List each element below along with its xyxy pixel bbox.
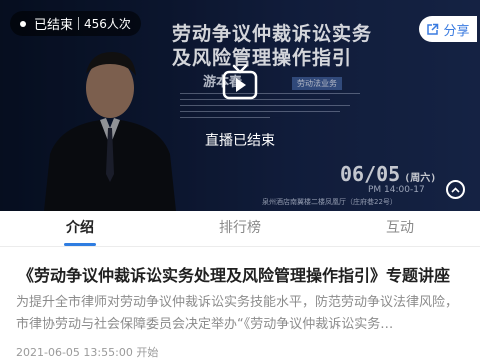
poster-weekday: (周六): [404, 173, 437, 184]
tab-ranking[interactable]: 排行榜: [160, 211, 320, 246]
tab-intro-label: 介绍: [66, 220, 94, 236]
start-time: 2021-06-05 13:55:00 开始: [16, 346, 159, 359]
tab-bar: 介绍 排行榜 互动: [0, 211, 480, 247]
lecture-description: 为提升全市律师对劳动争议仲裁诉讼实务技能水平，防范劳动争议法律风险，市律协劳动与…: [16, 295, 459, 332]
poster-time: PM 14:00-17: [368, 185, 425, 195]
share-label: 分享: [443, 23, 470, 39]
share-button[interactable]: 分享: [419, 16, 477, 42]
status-label: 已结束: [34, 18, 74, 33]
lecture-title: 《劳动争议仲裁诉讼实务处理及风险管理操作指引》专题讲座: [18, 266, 451, 285]
chevron-up-icon: [451, 186, 460, 193]
live-status-badge: 已结束 456人次: [10, 11, 141, 36]
status-divider: [78, 17, 80, 30]
tab-interaction[interactable]: 互动: [320, 211, 480, 246]
tab-intro[interactable]: 介绍: [0, 211, 160, 246]
collapse-button[interactable]: [446, 180, 465, 199]
tab-ranking-label: 排行榜: [219, 220, 261, 236]
tab-active-indicator: [64, 243, 96, 246]
poster-date-value: 06/05: [340, 162, 401, 186]
replay-tv-icon[interactable]: [222, 64, 258, 100]
poster-date: 06/05 (周六): [340, 162, 436, 186]
live-ended-text: 直播已结束: [205, 133, 275, 149]
status-dot-icon: [20, 20, 26, 27]
poster-title-line2: 及风险管理操作指引: [172, 47, 353, 69]
viewer-count: 456人次: [84, 17, 131, 31]
video-player[interactable]: 劳动争议仲裁诉讼实务 及风险管理操作指引 游本春 劳动法业务 06/05 (周六) …: [0, 0, 480, 211]
poster-venue: 泉州酒店南翼楼二楼凤凰厅（庄府巷22号）: [262, 198, 397, 206]
speaker-credentials: [180, 88, 360, 118]
live-page: 劳动争议仲裁诉讼实务 及风险管理操作指引 游本春 劳动法业务 06/05 (周六) …: [0, 0, 480, 364]
tab-interaction-label: 互动: [386, 220, 414, 236]
share-icon: [426, 23, 439, 36]
